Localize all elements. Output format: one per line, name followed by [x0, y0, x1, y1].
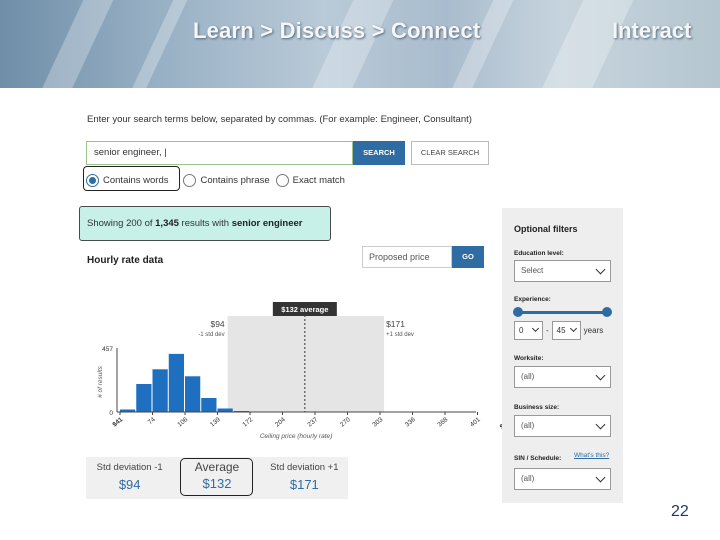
x-tick-label: 204: [274, 416, 287, 429]
page-number: 22: [671, 503, 689, 520]
histogram-svg: 457 0 # of results $41 74 106 139 172 204 237 270 3…: [97, 302, 515, 440]
worksite-value: (all): [521, 372, 535, 381]
clear-search-button[interactable]: CLEAR SEARCH: [411, 141, 489, 165]
x-tick-label: 401: [469, 416, 482, 429]
results-middle: results with: [178, 218, 232, 229]
hourly-rate-histogram: 457 0 # of results $41 74 106 139 172 204 237 270 3…: [86, 296, 515, 446]
chevron-down-icon: [595, 419, 606, 430]
chevron-down-icon: [531, 324, 540, 333]
search-instructions: Enter your search terms below, separated…: [87, 114, 472, 125]
education-label: Education level:: [514, 250, 564, 257]
banner-interact-label: Interact: [612, 18, 692, 43]
x-tick-label: 237: [306, 416, 319, 429]
results-term: senior engineer: [231, 218, 303, 229]
x-tick-label: 368: [436, 416, 449, 429]
histogram-bar: [185, 376, 201, 412]
experience-max-select[interactable]: 45: [551, 321, 581, 340]
radio-unselected-icon: [183, 173, 197, 187]
filters-title: Optional filters: [514, 224, 578, 234]
x-axis-label: Ceiling price (hourly rate): [260, 433, 333, 440]
proposed-price-input[interactable]: Proposed price: [362, 246, 452, 268]
years-label: years: [583, 326, 604, 335]
slider-min-handle[interactable]: [513, 307, 523, 317]
business-size-select[interactable]: (all): [514, 415, 611, 437]
education-value: Select: [521, 266, 544, 275]
stat-label: Std deviation +1: [270, 462, 339, 473]
histogram-bar: [217, 408, 233, 412]
chevron-down-icon: [595, 472, 606, 483]
business-size-label: Business size:: [514, 404, 560, 411]
highlight-frame: [180, 458, 253, 496]
average-label: $132 average: [281, 305, 328, 314]
results-summary: Showing 200 of 1,345 results with senior…: [79, 206, 331, 241]
stat-value: $94: [118, 477, 141, 492]
experience-slider-track[interactable]: [516, 311, 609, 314]
x-tick-label: 172: [241, 416, 254, 429]
radio-unselected-icon: [275, 173, 289, 187]
go-button[interactable]: GO: [452, 246, 484, 268]
slider-max-handle[interactable]: [602, 307, 612, 317]
results-count: 1,345: [155, 218, 179, 229]
education-select[interactable]: Select: [514, 260, 611, 282]
experience-min-value: 0: [519, 326, 524, 335]
histogram-bar: [136, 383, 152, 412]
y-tick-label: 457: [102, 346, 113, 353]
optional-filters-panel: Optional filters Education level: Select…: [502, 208, 623, 503]
std-high-caption: +1 std dev: [386, 332, 414, 338]
chevron-down-icon: [595, 370, 606, 381]
experience-label: Experience:: [514, 296, 551, 303]
x-tick-label: 74: [147, 416, 157, 426]
range-dash: -: [546, 326, 549, 335]
histogram-bar: [168, 353, 184, 412]
stat-std-high: Std deviation +1 $171: [261, 457, 348, 499]
worksite-select[interactable]: (all): [514, 366, 611, 388]
radio-exact-match[interactable]: Exact match: [275, 173, 345, 187]
stat-label: Std deviation -1: [96, 462, 163, 473]
chevron-down-icon: [569, 324, 577, 333]
y-tick-label: 0: [109, 410, 113, 417]
experience-max-value: 45: [556, 326, 566, 335]
whats-this-link[interactable]: What's this?: [574, 452, 609, 459]
sin-schedule-select[interactable]: (all): [514, 468, 611, 490]
x-tick-label: 106: [176, 416, 189, 429]
header-banner: Learn > Discuss > Connect Interact: [0, 0, 720, 88]
x-tick-label: 139: [209, 416, 222, 429]
histogram-bar: [201, 397, 217, 412]
chevron-down-icon: [595, 264, 606, 275]
hourly-rate-title: Hourly rate data: [87, 255, 164, 266]
x-tick-label: 336: [404, 416, 417, 429]
histogram-bar: [152, 369, 168, 412]
business-size-value: (all): [521, 421, 535, 430]
banner-title: Learn > Discuss > Connect: [193, 18, 481, 43]
radio-contains-phrase[interactable]: Contains phrase: [183, 173, 270, 187]
x-tick-label: 270: [339, 416, 352, 429]
sin-schedule-value: (all): [521, 474, 535, 483]
std-dev-band: [227, 316, 385, 412]
std-low-value: $94: [210, 319, 224, 329]
std-high-value: $171: [386, 319, 405, 329]
results-prefix: Showing 200 of: [87, 218, 156, 229]
radio-label: Exact match: [292, 174, 345, 186]
x-tick-label: $41: [111, 416, 124, 429]
search-button[interactable]: SEARCH: [353, 141, 405, 165]
radio-label: Contains phrase: [200, 174, 270, 186]
std-low-caption: -1 std dev: [198, 332, 224, 338]
worksite-label: Worksite:: [514, 355, 544, 362]
x-tick-label: 303: [371, 416, 384, 429]
y-axis-label: # of results: [97, 365, 104, 398]
stat-value: $171: [289, 477, 319, 492]
stat-std-low: Std deviation -1 $94: [86, 457, 173, 499]
experience-min-select[interactable]: 0: [514, 321, 543, 340]
search-input[interactable]: senior engineer, |: [86, 141, 353, 165]
highlight-frame: [83, 166, 180, 191]
experience-range: 0 - 45 years: [514, 321, 603, 340]
sin-schedule-label: SIN / Schedule:: [514, 455, 562, 462]
